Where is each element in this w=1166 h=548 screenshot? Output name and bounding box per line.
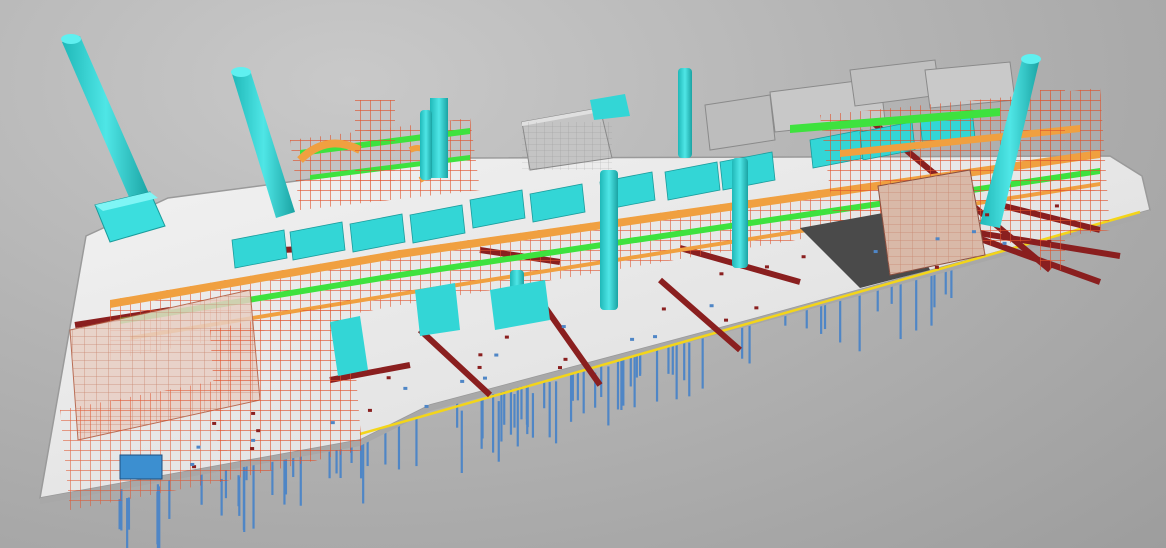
slab-marker	[424, 404, 429, 408]
slab-marker	[935, 237, 940, 241]
slab-marker	[454, 362, 459, 366]
slab-marker	[504, 335, 509, 339]
slab-marker	[460, 379, 465, 383]
slab-marker	[1002, 241, 1007, 245]
slab-marker	[212, 421, 217, 425]
slab-marker	[764, 265, 769, 269]
slab-marker	[934, 265, 939, 269]
slab-marker	[250, 447, 255, 451]
slab-marker	[985, 213, 990, 217]
slab-marker	[482, 376, 487, 380]
slab-marker	[754, 306, 759, 310]
slab-marker	[196, 445, 201, 449]
model-viewport[interactable]	[0, 0, 1166, 548]
slab-marker	[251, 411, 256, 415]
front-left-structure	[60, 289, 362, 510]
process-vessel	[732, 158, 748, 268]
slab-marker	[563, 357, 568, 361]
slab-marker	[873, 250, 878, 254]
slab-marker	[403, 386, 408, 390]
slab-marker	[801, 255, 806, 259]
slab-marker	[477, 365, 482, 369]
plant-3d-model	[39, 34, 1151, 548]
slab-marker	[478, 353, 483, 357]
slab-marker	[1047, 240, 1052, 244]
slab-marker	[251, 438, 256, 442]
slab-marker	[557, 366, 562, 370]
process-vessel	[678, 68, 692, 158]
process-vessel	[420, 110, 432, 180]
slab-marker	[630, 337, 635, 341]
slab-marker	[661, 307, 666, 311]
slab-marker	[386, 376, 391, 380]
slab-marker	[330, 421, 335, 425]
slab-marker	[724, 318, 729, 322]
slab-marker	[653, 335, 658, 339]
slab-marker	[494, 353, 499, 357]
slab-marker	[971, 230, 976, 234]
process-vessel	[600, 170, 618, 310]
slab-marker	[190, 462, 195, 466]
slab-marker	[256, 429, 261, 433]
slab-marker	[561, 325, 566, 329]
slab-marker	[367, 408, 372, 412]
slab-marker	[719, 272, 724, 276]
slab-marker	[1054, 204, 1059, 208]
slab-marker	[709, 304, 714, 308]
